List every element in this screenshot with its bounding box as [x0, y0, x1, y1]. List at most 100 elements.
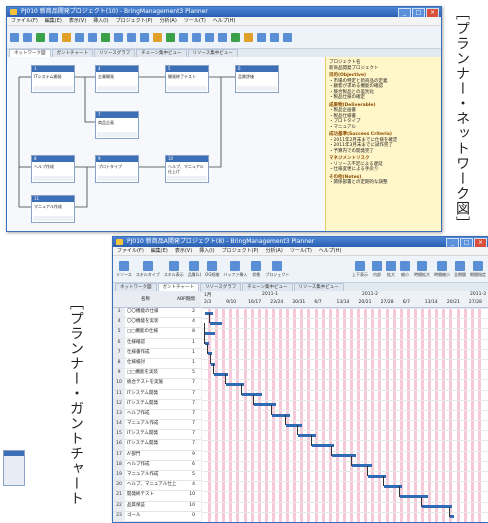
- table-row[interactable]: 3 〇〇機能の仕様 2: [113, 308, 201, 319]
- network-node[interactable]: 7 商品企画: [95, 111, 139, 139]
- close-icon[interactable]: ×: [426, 8, 439, 17]
- toolbar-button[interactable]: [140, 32, 149, 42]
- table-row[interactable]: 17 A'部門 9: [113, 450, 201, 461]
- network-node[interactable]: 11 マニュアル作成: [31, 195, 75, 223]
- toolbar-button[interactable]: スキルタイプ: [136, 260, 160, 278]
- tab-4[interactable]: チェーン集中ビュー: [136, 49, 187, 57]
- table-row[interactable]: 10 統合テストを実施 7: [113, 379, 201, 390]
- toolbar-button[interactable]: 上下表示: [352, 260, 368, 278]
- toolbar-button[interactable]: [23, 32, 32, 42]
- gantt-bar[interactable]: [298, 433, 316, 437]
- table-row[interactable]: 9 □□機能を実装 5: [113, 369, 201, 380]
- gantt-bar[interactable]: [352, 464, 372, 468]
- toolbar-button[interactable]: 縮小: [400, 260, 410, 278]
- table-row[interactable]: 15 ITシステム開発 7: [113, 430, 201, 441]
- table-row[interactable]: 12 ITシステム開発 7: [113, 399, 201, 410]
- network-node[interactable]: 6 品質評価: [235, 65, 279, 93]
- toolbar-button[interactable]: 時間拡大: [414, 260, 430, 278]
- network-node[interactable]: 10 ヘルプ、マニュアル仕上げ: [165, 155, 209, 183]
- tab-4[interactable]: チェーン集中ビュー: [242, 283, 293, 291]
- gantt-chart[interactable]: 1月 2011-1 2011-2 2011-3 2/3 9/10 16/17 23/24 30/…: [202, 291, 488, 522]
- toolbar-button[interactable]: [231, 32, 240, 42]
- menu-item[interactable]: プロジェクト(P): [222, 247, 259, 255]
- table-row[interactable]: 7 仕様書作成 1: [113, 348, 201, 359]
- toolbar-button[interactable]: [10, 32, 19, 42]
- network-node[interactable]: 5 開発終了テスト: [165, 65, 209, 93]
- table-row[interactable]: 22 品質保証 10: [113, 501, 201, 512]
- menu-item[interactable]: 挿入(I): [93, 17, 108, 25]
- menu-item[interactable]: 編集(E): [45, 17, 62, 25]
- table-row[interactable]: 21 開発終テスト 10: [113, 491, 201, 502]
- toolbar-button[interactable]: [114, 32, 123, 42]
- close-icon[interactable]: ×: [474, 238, 487, 247]
- toolbar-button[interactable]: バッファ挿入: [223, 260, 247, 278]
- gantt-bar[interactable]: [400, 495, 428, 499]
- toolbar-button[interactable]: [179, 32, 188, 42]
- table-row[interactable]: 20 ヘルプ、マニュアル仕上 4: [113, 481, 201, 492]
- tab-2[interactable]: ガントチャート: [51, 49, 93, 57]
- tab-1[interactable]: ネットワーク図: [9, 49, 51, 57]
- toolbar-button[interactable]: OG短縮: [205, 260, 219, 278]
- menu-item[interactable]: ツール(T): [290, 247, 312, 255]
- network-node[interactable]: 4 企業開発: [95, 65, 139, 93]
- toolbar-button[interactable]: リソース: [116, 260, 132, 278]
- minimize-icon[interactable]: _: [446, 238, 459, 247]
- table-row[interactable]: 23 ゴール 0: [113, 511, 201, 522]
- toolbar-button[interactable]: 全期間: [454, 260, 466, 278]
- table-row[interactable]: 18 ヘルプ作成 6: [113, 460, 201, 472]
- table-row[interactable]: 6 仕様確認 1: [113, 338, 201, 349]
- toolbar-button[interactable]: [205, 32, 214, 42]
- minimize-icon[interactable]: _: [398, 8, 411, 17]
- toolbar-button[interactable]: [166, 32, 175, 42]
- toolbar-button[interactable]: [244, 32, 253, 42]
- menu-item[interactable]: ファイル(F): [117, 247, 144, 255]
- toolbar-button[interactable]: [153, 32, 162, 42]
- col-name-header[interactable]: 名称: [141, 296, 150, 302]
- maximize-icon[interactable]: □: [412, 8, 425, 17]
- menu-item[interactable]: ファイル(F): [11, 17, 38, 25]
- table-row[interactable]: 19 マニュアル作成 5: [113, 471, 201, 482]
- toolbar-button[interactable]: [62, 32, 71, 42]
- gantt-bar[interactable]: [286, 423, 302, 427]
- gantt-bar[interactable]: [422, 505, 452, 509]
- tab-1[interactable]: ネットワーク図: [115, 283, 157, 291]
- toolbar-button[interactable]: [270, 32, 279, 42]
- network-node[interactable]: 8 ヘルプ作成: [31, 155, 75, 183]
- table-row[interactable]: 8 仕様検討 1: [113, 358, 201, 370]
- toolbar-button[interactable]: 期間指定: [470, 260, 486, 278]
- network-titlebar[interactable]: PJ010 新商品開発プロジェクト(10) - BringManagement3…: [7, 7, 441, 17]
- toolbar-button[interactable]: [75, 32, 84, 42]
- toolbar-button[interactable]: 品質(L): [188, 260, 201, 278]
- toolbar-button[interactable]: [283, 32, 292, 42]
- col-duration-header[interactable]: ABP期間: [177, 296, 195, 302]
- menu-item[interactable]: 挿入(I): [199, 247, 214, 255]
- gantt-bar[interactable]: [450, 515, 454, 519]
- toolbar-button[interactable]: スキル表示: [164, 260, 184, 278]
- gantt-bar[interactable]: [332, 454, 356, 458]
- toolbar-button[interactable]: [192, 32, 201, 42]
- tab-5[interactable]: リソース集中ビュー: [293, 283, 344, 291]
- menu-item[interactable]: ヘルプ(H): [319, 247, 342, 255]
- toolbar-button[interactable]: [218, 32, 227, 42]
- menu-item[interactable]: 分析(A): [265, 247, 282, 255]
- table-row[interactable]: 13 ヘルプ作成 7: [113, 409, 201, 421]
- toolbar-button[interactable]: 状態: [251, 260, 262, 278]
- gantt-titlebar[interactable]: PJ010 新商品A開発プロジェクト(8) - BringManagement3…: [113, 237, 488, 247]
- maximize-icon[interactable]: □: [460, 238, 473, 247]
- menu-item[interactable]: ツール(T): [184, 17, 206, 25]
- table-row[interactable]: 4 〇〇機能を実装 4: [113, 318, 201, 329]
- tab-3[interactable]: リソースグラフ: [93, 49, 136, 57]
- toolbar-button[interactable]: プロジェクト: [265, 260, 289, 278]
- network-node[interactable]: 9 プロトタイプ: [95, 155, 139, 183]
- toolbar-button[interactable]: [127, 32, 136, 42]
- toolbar-button[interactable]: 時間縮小: [434, 260, 450, 278]
- toolbar-button[interactable]: [88, 32, 97, 42]
- toolbar-button[interactable]: [101, 32, 110, 42]
- toolbar-button[interactable]: [36, 32, 45, 42]
- network-canvas[interactable]: 1 ITシステム開発 4 企業開発 5 開発終了テスト 6 品質評価 7 商品企…: [7, 57, 325, 231]
- gantt-bar[interactable]: [210, 321, 222, 325]
- menu-item[interactable]: ヘルプ(H): [213, 17, 236, 25]
- table-row[interactable]: 11 ITシステム開発 7: [113, 389, 201, 400]
- menu-item[interactable]: 分析(A): [159, 17, 176, 25]
- menu-item[interactable]: プロジェクト(P): [116, 17, 153, 25]
